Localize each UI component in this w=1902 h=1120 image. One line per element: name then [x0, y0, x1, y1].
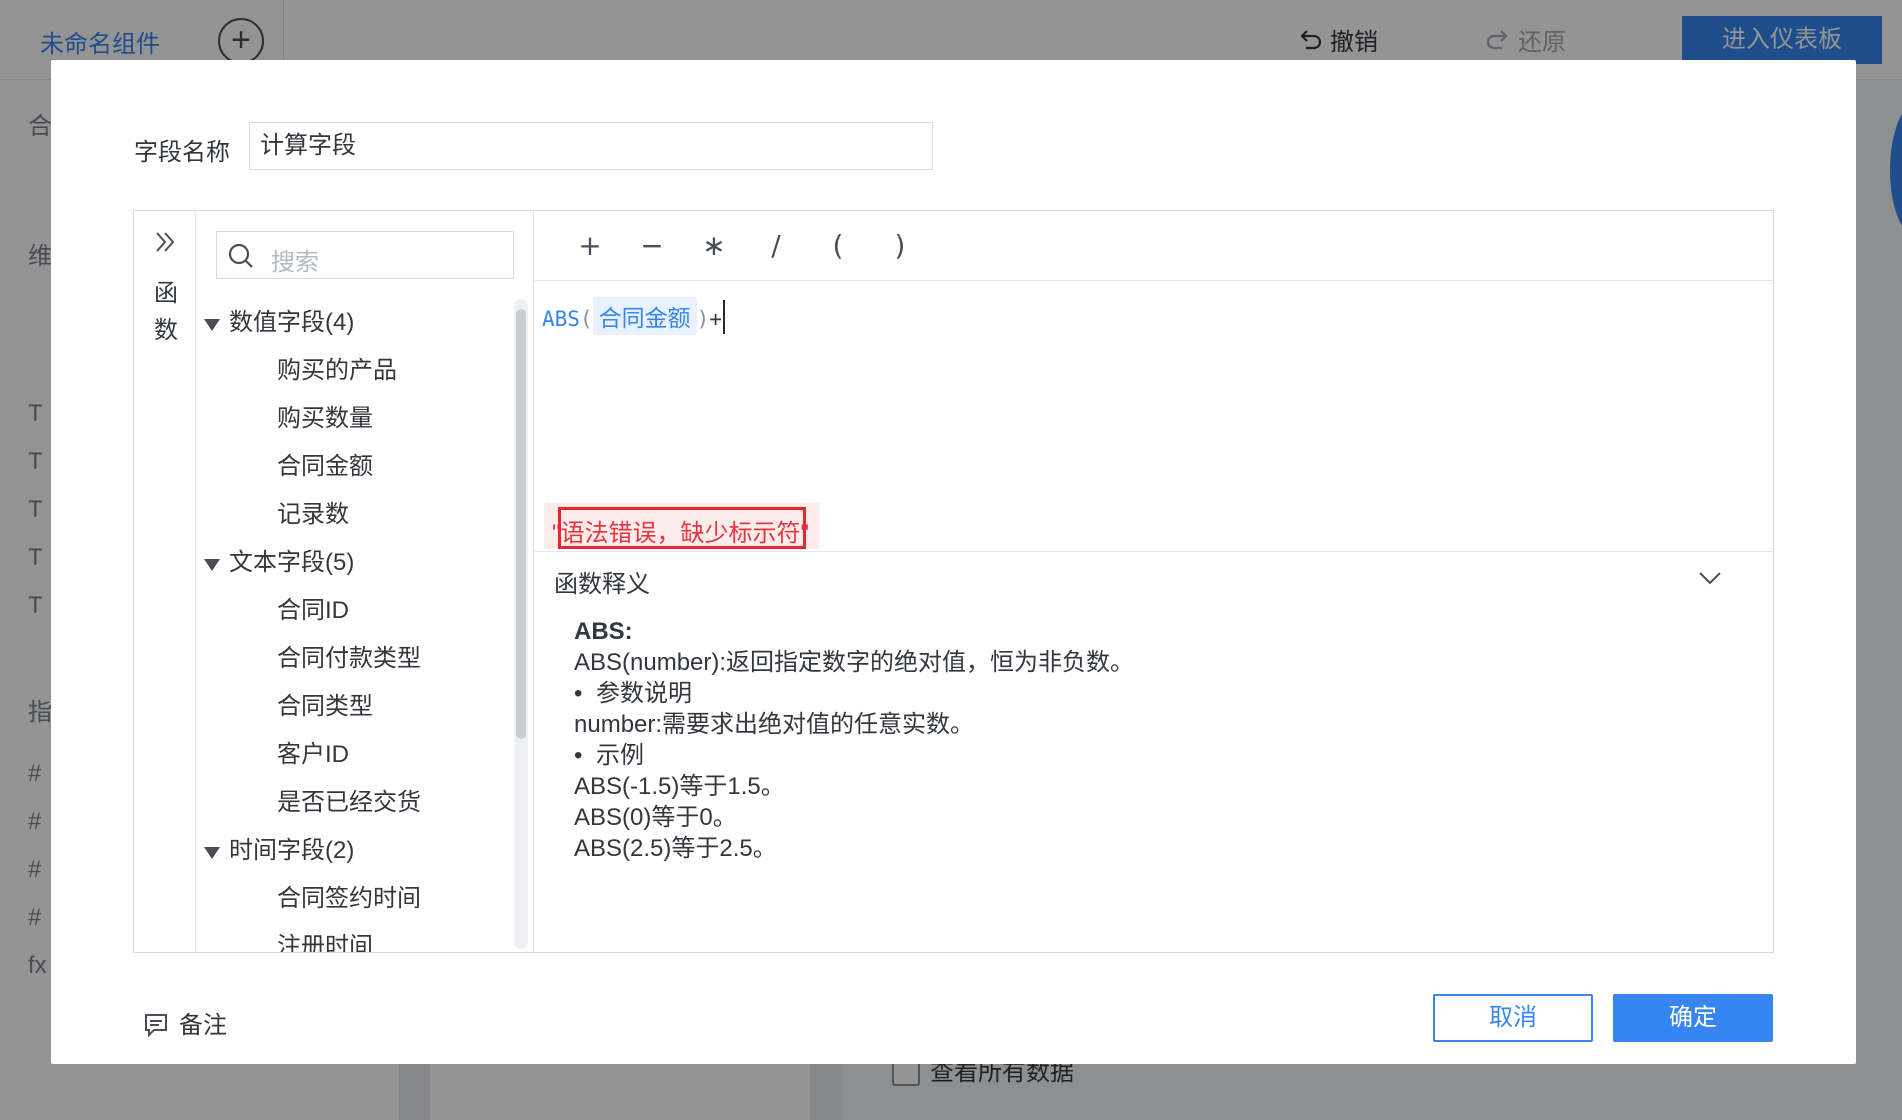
formula-field-chip[interactable]: 合同金额 [592, 297, 697, 335]
calculated-field-dialog: 字段名称 计算字段 函数 搜索 数值字段(4) 购买的产品 购买数量 合同金额 … [51, 60, 1856, 1064]
function-explanation-header[interactable]: 函数释义 [534, 551, 1773, 601]
collapse-triangle-icon[interactable] [204, 559, 220, 571]
explanation-example: ABS(2.5)等于2.5。 [574, 835, 777, 862]
field-list-scrollbar-thumb[interactable] [516, 309, 526, 739]
double-chevron-right-icon[interactable] [152, 229, 178, 255]
formula-close-paren: ) [696, 307, 710, 331]
field-item[interactable]: 客户ID [196, 731, 516, 779]
functions-panel-toggle[interactable]: 函数 [134, 211, 196, 952]
operator-toolbar: + − ∗ / ( ) [534, 211, 1773, 281]
explanation-params-heading: • 参数说明 [574, 680, 692, 707]
explanation-examples-heading: • 示例 [574, 742, 644, 769]
collapse-triangle-icon[interactable] [204, 319, 220, 331]
field-item[interactable]: 是否已经交货 [196, 779, 516, 827]
field-list-panel: 搜索 数值字段(4) 购买的产品 购买数量 合同金额 记录数 文本字段(5) 合… [196, 211, 534, 952]
group-label: 数值字段(4) [229, 309, 355, 336]
field-item[interactable]: 合同签约时间 [196, 875, 516, 923]
search-placeholder: 搜索 [271, 249, 319, 276]
confirm-button[interactable]: 确定 [1613, 994, 1773, 1042]
error-annotation-box [558, 507, 806, 549]
formula-operator: + [709, 307, 722, 331]
minus-operator-button[interactable]: − [632, 229, 672, 262]
function-explanation-body: ABS: ABS(number):返回指定数字的绝对值，恒为非负数。 • 参数说明… [574, 616, 1134, 864]
note-button[interactable]: 备注 [143, 1005, 227, 1040]
field-item[interactable]: 合同ID [196, 587, 516, 635]
field-name-input[interactable]: 计算字段 [249, 122, 933, 170]
field-group-time[interactable]: 时间字段(2) [196, 827, 516, 875]
group-label: 时间字段(2) [229, 837, 355, 864]
formula-input[interactable]: ABS(合同金额)+ [542, 297, 725, 335]
search-icon [228, 243, 253, 268]
group-label: 文本字段(5) [229, 549, 355, 576]
field-tree: 数值字段(4) 购买的产品 购买数量 合同金额 记录数 文本字段(5) 合同ID… [196, 299, 516, 952]
explanation-example: ABS(0)等于0。 [574, 804, 737, 831]
formula-open-paren: ( [579, 307, 593, 331]
field-item[interactable]: 注册时间 [196, 923, 516, 952]
field-item[interactable]: 合同付款类型 [196, 635, 516, 683]
field-item[interactable]: 购买数量 [196, 395, 516, 443]
field-item[interactable]: 合同金额 [196, 443, 516, 491]
collapse-triangle-icon[interactable] [204, 847, 220, 859]
explanation-example: ABS(-1.5)等于1.5。 [574, 773, 785, 800]
field-item[interactable]: 购买的产品 [196, 347, 516, 395]
formula-function: ABS [542, 307, 580, 331]
open-paren-button[interactable]: ( [818, 229, 858, 262]
text-caret [722, 300, 725, 334]
plus-operator-button[interactable]: + [570, 229, 610, 262]
note-label: 备注 [179, 1012, 227, 1039]
multiply-operator-button[interactable]: ∗ [694, 229, 734, 262]
field-search-input[interactable]: 搜索 [216, 231, 514, 279]
formula-editor: 函数 搜索 数值字段(4) 购买的产品 购买数量 合同金额 记录数 文本字段(5… [133, 210, 1774, 953]
explanation-title: 函数释义 [554, 571, 650, 598]
field-item[interactable]: 合同类型 [196, 683, 516, 731]
divide-operator-button[interactable]: / [756, 229, 796, 262]
field-name-label: 字段名称 [134, 139, 230, 166]
field-item[interactable]: 记录数 [196, 491, 516, 539]
formula-panel: + − ∗ / ( ) ABS(合同金额)+ "语法错误，缺少标示符" 函数释义… [534, 211, 1773, 952]
comment-icon [145, 1014, 167, 1038]
close-paren-button[interactable]: ) [880, 229, 920, 262]
field-group-text[interactable]: 文本字段(5) [196, 539, 516, 587]
functions-tab-label[interactable]: 函数 [152, 275, 180, 349]
explanation-description: ABS(number):返回指定数字的绝对值，恒为非负数。 [574, 649, 1135, 676]
field-group-numeric[interactable]: 数值字段(4) [196, 299, 516, 347]
cancel-button[interactable]: 取消 [1433, 994, 1593, 1042]
explanation-function-name: ABS: [574, 618, 633, 645]
explanation-param-detail: number:需要求出绝对值的任意实数。 [574, 711, 975, 738]
chevron-down-icon[interactable] [1696, 564, 1724, 592]
